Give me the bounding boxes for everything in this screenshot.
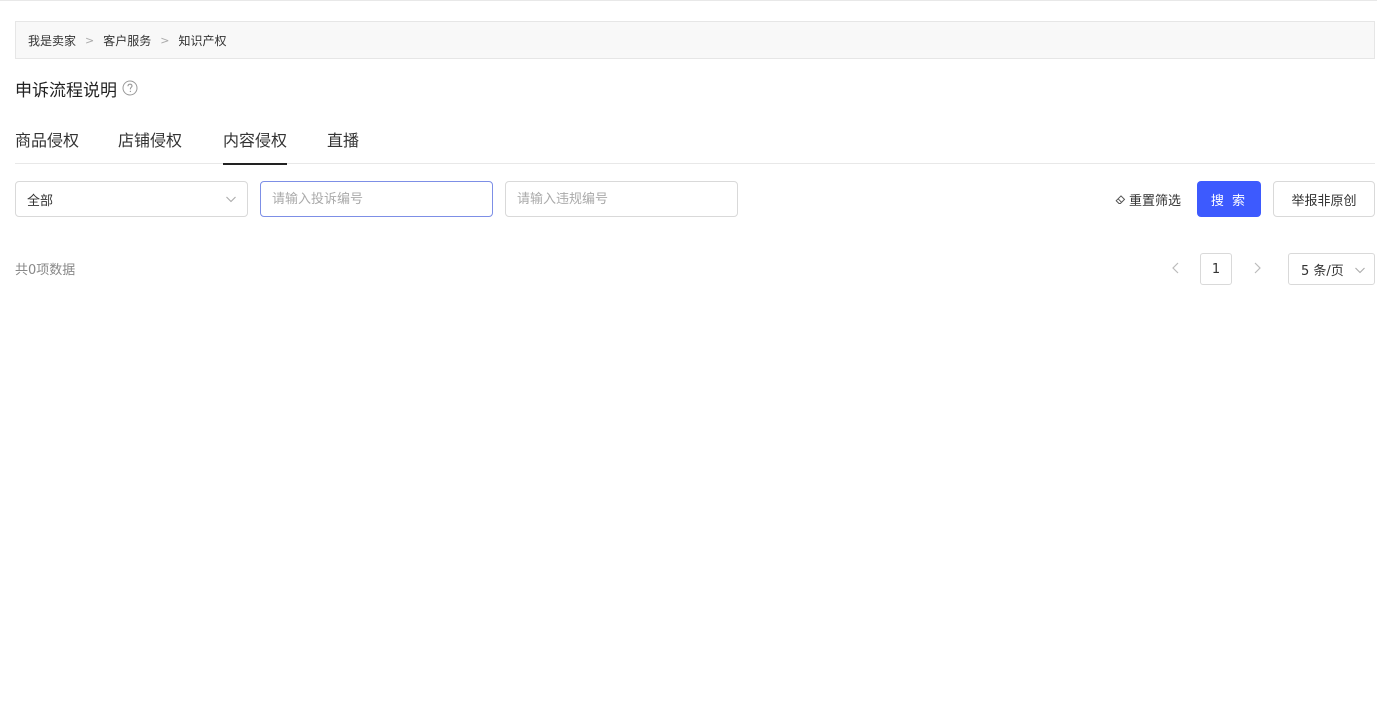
- tab-content-infringement[interactable]: 内容侵权: [223, 126, 288, 165]
- chevron-down-icon: [225, 193, 237, 205]
- chevron-down-icon: [1354, 264, 1366, 276]
- eraser-icon: [1115, 194, 1126, 205]
- breadcrumb: 我是卖家 > 客户服务 > 知识产权: [15, 21, 1375, 59]
- breadcrumb-item-ip: 知识产权: [178, 33, 227, 48]
- help-circle-icon[interactable]: [122, 80, 138, 96]
- breadcrumb-item-seller[interactable]: 我是卖家: [28, 32, 76, 49]
- violation-number-input[interactable]: [505, 181, 738, 217]
- total-count: 共0项数据: [15, 263, 76, 278]
- tab-bar: 商品侵权 店铺侵权 内容侵权 直播: [15, 126, 1375, 165]
- breadcrumb-separator: >: [160, 33, 170, 47]
- status-select[interactable]: 全部: [15, 181, 248, 217]
- tab-product-infringement[interactable]: 商品侵权: [15, 126, 79, 164]
- breadcrumb-separator: >: [85, 33, 95, 47]
- status-select-value: 全部: [27, 193, 54, 209]
- search-button[interactable]: 搜 索: [1197, 181, 1261, 217]
- page-size-select[interactable]: 5 条/页: [1288, 253, 1375, 285]
- reset-filters-button[interactable]: 重置筛选: [1115, 189, 1181, 209]
- page-title: 申诉流程说明: [15, 76, 138, 101]
- breadcrumb-item-customer-service[interactable]: 客户服务: [103, 32, 151, 49]
- report-non-original-button[interactable]: 举报非原创: [1273, 181, 1375, 217]
- pagination-page[interactable]: 1: [1200, 253, 1232, 285]
- page-size-label: 5 条/页: [1301, 263, 1344, 279]
- chevron-right-icon[interactable]: [1249, 260, 1265, 276]
- tab-store-infringement[interactable]: 店铺侵权: [118, 126, 182, 164]
- complaint-number-input[interactable]: [260, 181, 493, 217]
- reset-filters-label: 重置筛选: [1129, 193, 1182, 209]
- tab-live-stream[interactable]: 直播: [327, 126, 359, 164]
- page-title-text: 申诉流程说明: [15, 80, 117, 101]
- top-divider: [0, 0, 1377, 1]
- chevron-left-icon[interactable]: [1168, 260, 1184, 276]
